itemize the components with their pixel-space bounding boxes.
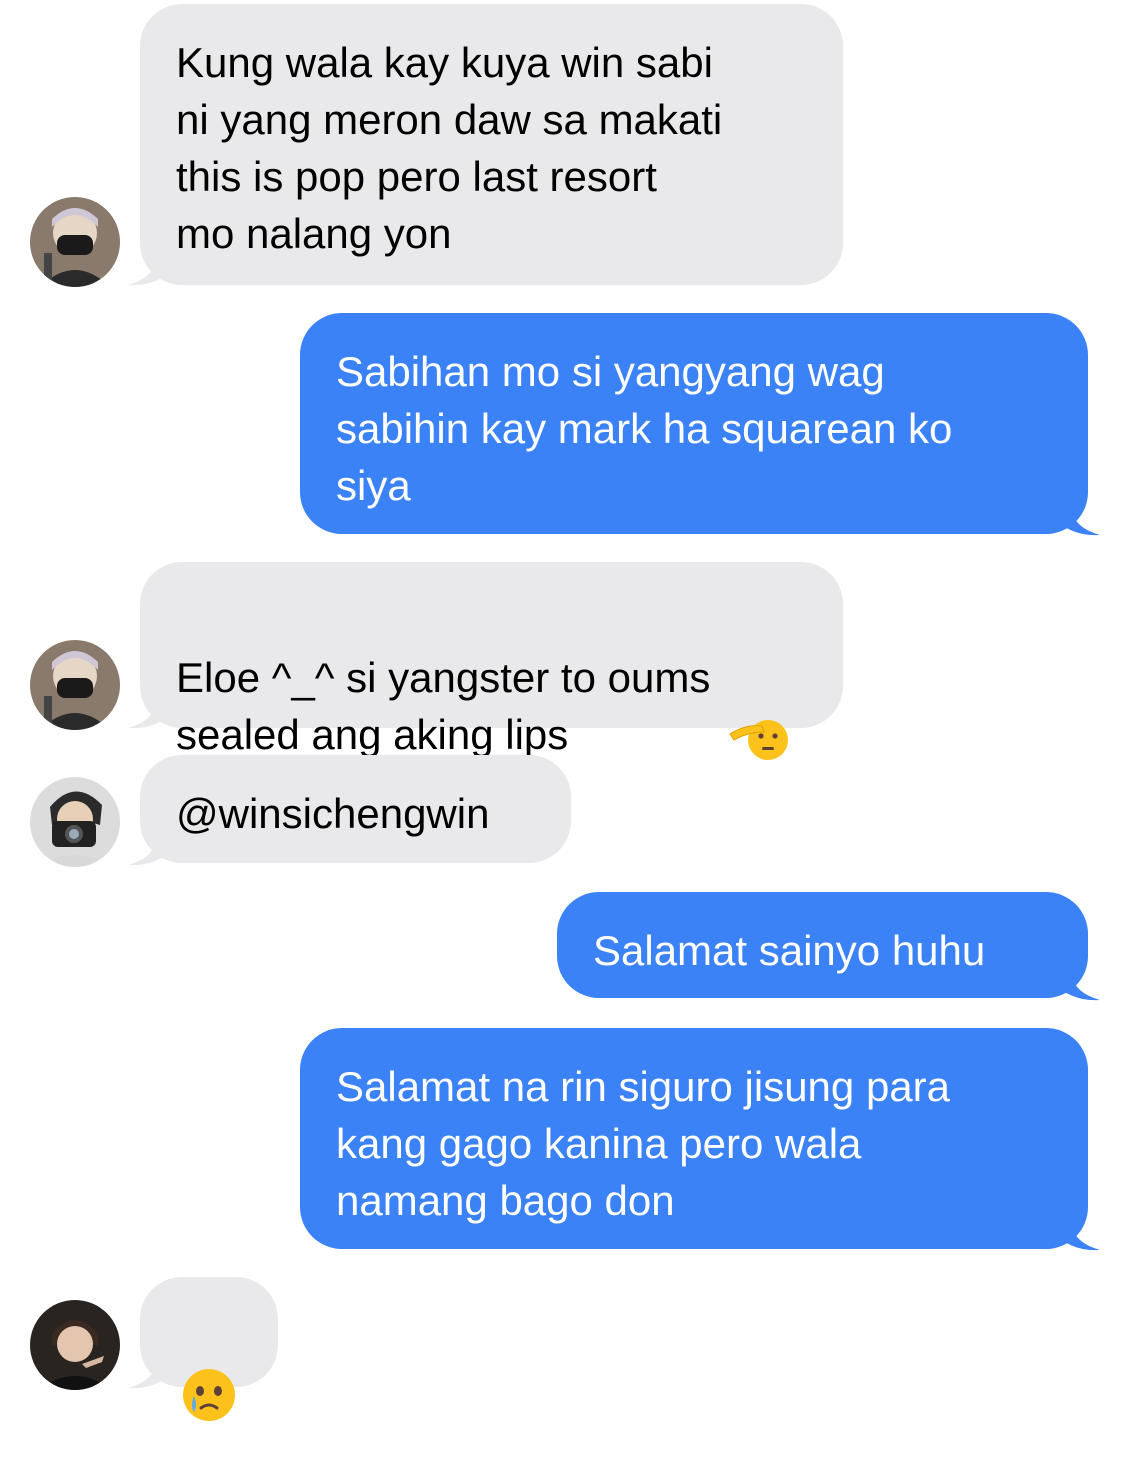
contact-avatar-dark-icon xyxy=(30,1300,120,1390)
contact-avatar[interactable] xyxy=(30,1300,120,1390)
message-row xyxy=(0,0,1125,1421)
message-bubble[interactable] xyxy=(140,1277,278,1421)
face-holding-back-tears-icon xyxy=(180,1309,238,1421)
